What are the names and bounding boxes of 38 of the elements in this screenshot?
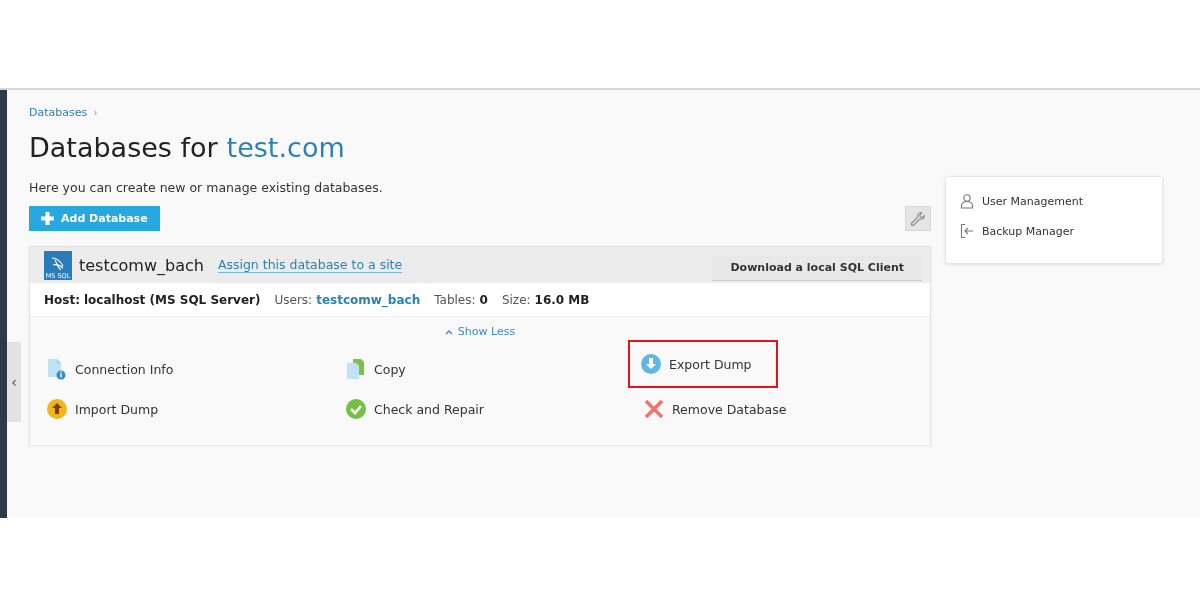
info-value: localhost (MS SQL Server) bbox=[83, 292, 261, 307]
info-label: Size: bbox=[501, 292, 531, 307]
info-label: Host: bbox=[44, 292, 80, 307]
collapse-handle[interactable]: ‹ bbox=[7, 342, 21, 422]
wrench-button[interactable] bbox=[905, 206, 931, 231]
info-value: 16.0 MB bbox=[534, 292, 590, 307]
action-link[interactable]: Remove Database bbox=[641, 394, 791, 424]
cross-icon bbox=[643, 398, 665, 420]
download-circle-icon bbox=[640, 353, 662, 375]
user-icon bbox=[960, 193, 974, 209]
breadcrumb-separator: › bbox=[93, 105, 98, 119]
action-link[interactable]: Connection Info bbox=[44, 354, 178, 384]
info-label: Users: bbox=[274, 292, 313, 307]
check-circle-icon bbox=[345, 398, 367, 420]
download-client-button[interactable]: Download a local SQL Client bbox=[712, 255, 922, 281]
side-panel-link[interactable]: User Management bbox=[960, 193, 1148, 209]
action-link[interactable]: Copy bbox=[343, 354, 410, 384]
action-link[interactable]: Import Dump bbox=[44, 394, 163, 424]
info-label: Tables: bbox=[434, 292, 476, 307]
breadcrumb-link[interactable]: Databases bbox=[29, 105, 88, 119]
side-panel-link[interactable]: Backup Manager bbox=[960, 223, 1148, 239]
chevron-up-icon bbox=[444, 328, 453, 335]
plus-icon bbox=[41, 212, 54, 225]
copy-icon bbox=[345, 358, 367, 380]
action-link[interactable]: Export Dump bbox=[628, 340, 778, 388]
user-link[interactable]: testcomw_bach bbox=[316, 292, 421, 307]
assign-link[interactable]: Assign this database to a site bbox=[217, 257, 403, 273]
page-title: Databases for bbox=[29, 131, 218, 163]
action-link[interactable]: Check and Repair bbox=[343, 394, 488, 424]
database-name: testcomw_bach bbox=[79, 255, 204, 275]
document-info-icon bbox=[46, 358, 68, 380]
page-description: Here you can create new or manage existing databases. bbox=[29, 180, 384, 195]
info-value: 0 bbox=[479, 292, 488, 307]
wrench-icon bbox=[910, 210, 926, 227]
show-less-link[interactable]: Show Less bbox=[444, 325, 516, 338]
upload-circle-icon bbox=[46, 398, 68, 420]
backup-icon bbox=[960, 223, 974, 239]
domain-link[interactable]: test.com bbox=[226, 131, 345, 163]
